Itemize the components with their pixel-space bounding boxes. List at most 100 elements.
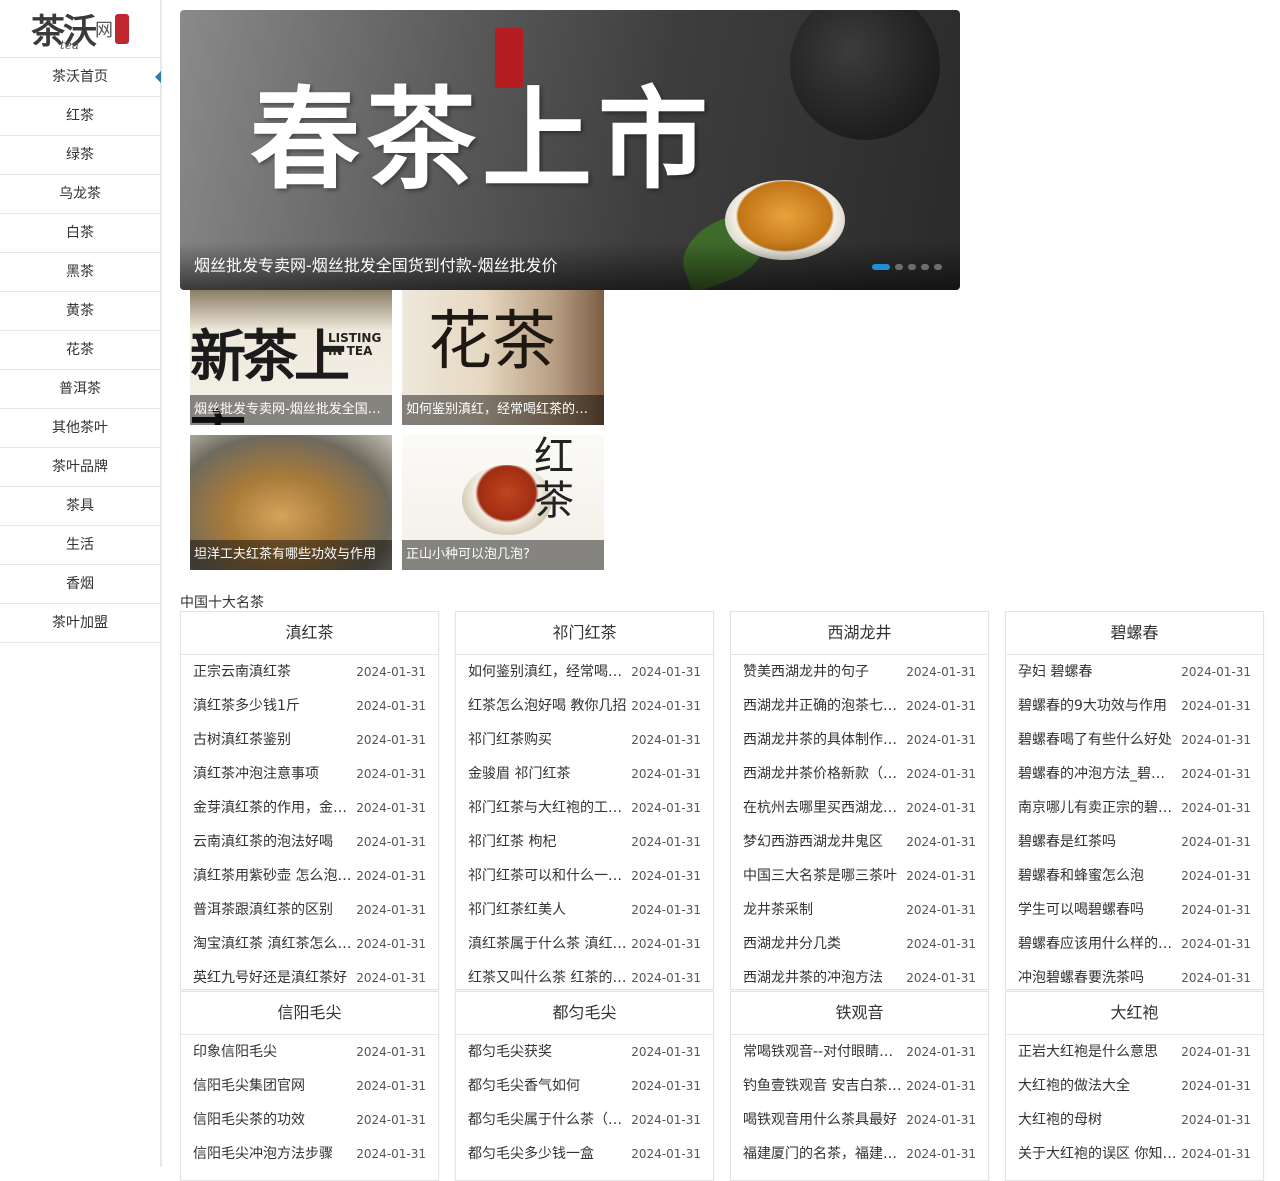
article-link[interactable]: 都匀毛尖香气如何 [468,1069,628,1103]
article-link[interactable]: 西湖龙井茶的具体制作工艺 [743,723,903,757]
list-item[interactable]: 关于大红袍的误区 你知道吗 2024-01-31 [1018,1137,1251,1171]
list-item[interactable]: 都匀毛尖香气如何 2024-01-31 [468,1069,701,1103]
article-link[interactable]: 赞美西湖龙井的句子 [743,655,903,689]
list-item[interactable]: 龙井茶采制 2024-01-31 [743,893,976,927]
article-link[interactable]: 梦幻西游西湖龙井鬼区 [743,825,903,859]
nav-item[interactable]: 乌龙茶 [0,175,160,214]
list-item[interactable]: 信阳毛尖集团官网 2024-01-31 [193,1069,426,1103]
nav-item[interactable]: 茶具 [0,487,160,526]
list-item[interactable]: 钓鱼壹铁观音 安吉白茶价格 2024-01-31 [743,1069,976,1103]
article-link[interactable]: 红茶又叫什么茶 红茶的别名 [468,961,628,989]
list-item[interactable]: 云南滇红茶的泡法好喝 2024-01-31 [193,825,426,859]
nav-item[interactable]: 红茶 [0,97,160,136]
card-title[interactable]: 铁观音 [731,992,988,1035]
card-title[interactable]: 西湖龙井 [731,612,988,655]
article-link[interactable]: 龙井茶采制 [743,893,903,927]
article-link[interactable]: 喝铁观音用什么茶具最好 [743,1103,903,1137]
article-link[interactable]: 滇红茶用紫砂壶 怎么泡好喝 [193,859,353,893]
article-link[interactable]: 正宗云南滇红茶 [193,655,353,689]
list-item[interactable]: 喝铁观音用什么茶具最好 2024-01-31 [743,1103,976,1137]
nav-item[interactable]: 白茶 [0,214,160,253]
list-item[interactable]: 学生可以喝碧螺春吗 2024-01-31 [1018,893,1251,927]
list-item[interactable]: 大红袍的做法大全 2024-01-31 [1018,1069,1251,1103]
article-link[interactable]: 祁门红茶与大红袍的工艺区别 [468,791,628,825]
article-link[interactable]: 西湖龙井茶的冲泡方法 [743,961,903,989]
carousel-dot[interactable] [895,264,903,270]
article-link[interactable]: 古树滇红茶鉴别 [193,723,353,757]
article-link[interactable]: 福建厦门的名茶，福建铁观音 [743,1137,903,1171]
nav-item[interactable]: 黄茶 [0,292,160,331]
hero-banner[interactable]: 春茶上市 烟丝批发专卖网-烟丝批发全国货到付款-烟丝批发价 [180,10,960,290]
article-link[interactable]: 南京哪儿有卖正宗的碧螺春 [1018,791,1178,825]
article-link[interactable]: 钓鱼壹铁观音 安吉白茶价格 [743,1069,903,1103]
carousel-dot[interactable] [908,264,916,270]
list-item[interactable]: 梦幻西游西湖龙井鬼区 2024-01-31 [743,825,976,859]
list-item[interactable]: 都匀毛尖属于什么茶（绿茶）2024-01-31 [468,1103,701,1137]
article-link[interactable]: 祁门红茶购买 [468,723,628,757]
thumb-card[interactable]: 花茶 如何鉴别滇红，经常喝红茶的好处有哪些 [402,290,604,425]
nav-item[interactable]: 黑茶 [0,253,160,292]
list-item[interactable]: 孕妇 碧螺春 2024-01-31 [1018,655,1251,689]
thumb-caption[interactable]: 如何鉴别滇红，经常喝红茶的好处有哪些 [402,395,604,425]
list-item[interactable]: 祁门红茶红美人 2024-01-31 [468,893,701,927]
article-link[interactable]: 学生可以喝碧螺春吗 [1018,893,1178,927]
list-item[interactable]: 滇红茶属于什么茶 滇红茶介绍2024-01-31 [468,927,701,961]
article-link[interactable]: 碧螺春应该用什么样的杯子泡 [1018,927,1178,961]
thumb-caption[interactable]: 坦洋工夫红茶有哪些功效与作用 [190,540,392,570]
article-link[interactable]: 都匀毛尖属于什么茶（绿茶） [468,1103,628,1137]
article-link[interactable]: 西湖龙井正确的泡茶七步骤 [743,689,903,723]
list-item[interactable]: 金芽滇红茶的作用，金芽滇红茶的功效2024-01-31 [193,791,426,825]
article-link[interactable]: 孕妇 碧螺春 [1018,655,1178,689]
list-item[interactable]: 红茶怎么泡好喝 教你几招 2024-01-31 [468,689,701,723]
list-item[interactable]: 滇红茶多少钱1斤 2024-01-31 [193,689,426,723]
article-link[interactable]: 滇红茶多少钱1斤 [193,689,353,723]
article-link[interactable]: 常喝铁观音--对付眼睛干涩 [743,1035,903,1069]
list-item[interactable]: 碧螺春是红茶吗 2024-01-31 [1018,825,1251,859]
article-link[interactable]: 大红袍的母树 [1018,1103,1178,1137]
list-item[interactable]: 西湖龙井茶的具体制作工艺 2024-01-31 [743,723,976,757]
nav-item[interactable]: 茶叶品牌 [0,448,160,487]
article-link[interactable]: 碧螺春的冲泡方法_碧螺春怎么泡 [1018,757,1178,791]
list-item[interactable]: 滇红茶冲泡注意事项 2024-01-31 [193,757,426,791]
article-link[interactable]: 都匀毛尖多少钱一盒 [468,1137,628,1171]
list-item[interactable]: 常喝铁观音--对付眼睛干涩 2024-01-31 [743,1035,976,1069]
thumb-caption[interactable]: 正山小种可以泡几泡? [402,540,604,570]
banner-caption[interactable]: 烟丝批发专卖网-烟丝批发全国货到付款-烟丝批发价 [180,242,960,290]
list-item[interactable]: 冲泡碧螺春要洗茶吗 2024-01-31 [1018,961,1251,989]
list-item[interactable]: 碧螺春应该用什么样的杯子泡2024-01-31 [1018,927,1251,961]
article-link[interactable]: 中国三大名茶是哪三茶叶 [743,859,903,893]
carousel-dot[interactable] [921,264,929,270]
article-link[interactable]: 碧螺春是红茶吗 [1018,825,1178,859]
article-link[interactable]: 西湖龙井分几类 [743,927,903,961]
list-item[interactable]: 大红袍的母树 2024-01-31 [1018,1103,1251,1137]
article-link[interactable]: 云南滇红茶的泡法好喝 [193,825,353,859]
card-title[interactable]: 滇红茶 [181,612,438,655]
article-link[interactable]: 冲泡碧螺春要洗茶吗 [1018,961,1178,989]
list-item[interactable]: 碧螺春喝了有些什么好处 2024-01-31 [1018,723,1251,757]
article-link[interactable]: 碧螺春的9大功效与作用 [1018,689,1178,723]
list-item[interactable]: 普洱茶跟滇红茶的区别 2024-01-31 [193,893,426,927]
list-item[interactable]: 西湖龙井正确的泡茶七步骤 2024-01-31 [743,689,976,723]
article-link[interactable]: 都匀毛尖获奖 [468,1035,628,1069]
list-item[interactable]: 祁门红茶可以和什么一起泡 2024-01-31 [468,859,701,893]
card-title[interactable]: 大红袍 [1006,992,1263,1035]
nav-item[interactable]: 生活 [0,526,160,565]
article-link[interactable]: 滇红茶冲泡注意事项 [193,757,353,791]
list-item[interactable]: 正岩大红袍是什么意思 2024-01-31 [1018,1035,1251,1069]
list-item[interactable]: 西湖龙井茶的冲泡方法 2024-01-31 [743,961,976,989]
list-item[interactable]: 金骏眉 祁门红茶 2024-01-31 [468,757,701,791]
list-item[interactable]: 碧螺春的冲泡方法_碧螺春怎么泡2024-01-31 [1018,757,1251,791]
list-item[interactable]: 西湖龙井分几类 2024-01-31 [743,927,976,961]
article-link[interactable]: 滇红茶属于什么茶 滇红茶介绍 [468,927,628,961]
list-item[interactable]: 中国三大名茶是哪三茶叶 2024-01-31 [743,859,976,893]
carousel-dot[interactable] [872,264,890,270]
article-link[interactable]: 英红九号好还是滇红茶好 [193,961,353,989]
site-logo[interactable]: 茶沃 网 tea [0,0,160,58]
list-item[interactable]: 淘宝滇红茶 滇红茶怎么选购 2024-01-31 [193,927,426,961]
list-item[interactable]: 红茶又叫什么茶 红茶的别名 2024-01-31 [468,961,701,989]
list-item[interactable]: 在杭州去哪里买西湖龙井茶 2024-01-31 [743,791,976,825]
nav-item[interactable]: 茶叶加盟 [0,604,160,643]
list-item[interactable]: 信阳毛尖茶的功效 2024-01-31 [193,1103,426,1137]
list-item[interactable]: 祁门红茶与大红袍的工艺区别2024-01-31 [468,791,701,825]
article-link[interactable]: 信阳毛尖冲泡方法步骤 [193,1137,353,1171]
